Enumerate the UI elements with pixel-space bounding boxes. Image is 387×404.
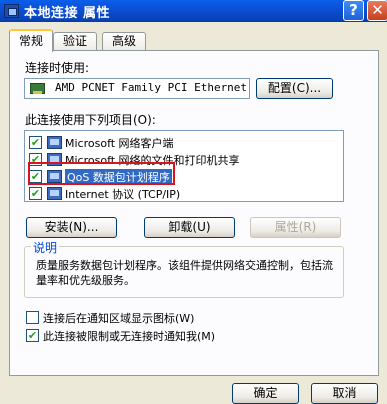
network-adapter-icon — [30, 83, 45, 94]
ok-button[interactable]: 确定 — [232, 383, 299, 404]
description-text: 质量服务数据包计划程序。该组件提供网络交通控制，包括流量率和优先级服务。 — [36, 259, 333, 287]
notify-label: 此连接被限制或无连接时通知我(M) — [43, 330, 216, 343]
properties-button[interactable]: 属性(R) — [250, 217, 341, 238]
device-name: AMD PCNET Family PCI Ethernet — [55, 81, 248, 94]
list-item[interactable]: ✔ Internet 协议 (TCP/IP) — [25, 185, 343, 201]
device-field: AMD PCNET Family PCI Ethernet — [24, 78, 250, 99]
show-icon-label: 连接后在通知区域显示图标(W) — [43, 312, 195, 325]
component-label: Microsoft 网络客户端 — [65, 137, 174, 150]
component-label: Microsoft 网络的文件和打印机共享 — [65, 154, 240, 167]
network-client-icon — [47, 136, 62, 149]
uninstall-button[interactable]: 卸载(U) — [144, 217, 235, 238]
components-list[interactable]: ✔ Microsoft 网络客户端 ✔ Microsoft 网络的文件和打印机共… — [24, 130, 344, 202]
list-item[interactable]: ✔ Microsoft 网络的文件和打印机共享 — [25, 151, 343, 168]
component-checkbox[interactable]: ✔ — [29, 170, 42, 183]
cancel-button[interactable]: 取消 — [311, 383, 378, 404]
list-item-selected[interactable]: ✔ QoS 数据包计划程序 — [25, 168, 343, 185]
notify-checkbox[interactable]: ✔ — [26, 329, 39, 342]
network-service-icon — [47, 170, 62, 183]
component-checkbox[interactable]: ✔ — [29, 136, 42, 149]
component-label: Internet 协议 (TCP/IP) — [65, 188, 181, 201]
network-service-icon — [47, 153, 62, 166]
configure-button[interactable]: 配置(C)... — [256, 78, 333, 99]
connect-using-label: 连接时使用: — [25, 61, 90, 75]
component-checkbox[interactable]: ✔ — [29, 153, 42, 166]
network-protocol-icon — [47, 187, 62, 200]
component-checkbox[interactable]: ✔ — [29, 187, 42, 200]
list-item[interactable]: ✔ Microsoft 网络客户端 — [25, 134, 343, 151]
components-label: 此连接使用下列项目(O): — [25, 113, 156, 127]
component-label: QoS 数据包计划程序 — [65, 169, 172, 185]
description-title: 说明 — [31, 239, 60, 256]
show-icon-checkbox[interactable] — [26, 311, 39, 324]
install-button[interactable]: 安装(N)... — [26, 217, 117, 238]
